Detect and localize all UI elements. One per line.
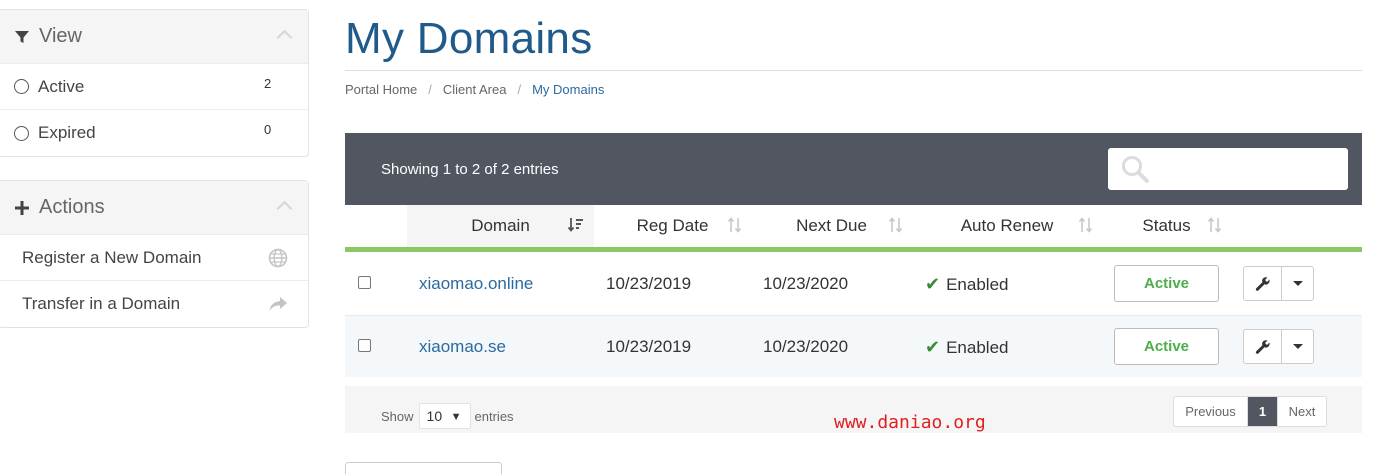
manage-button[interactable]	[1244, 330, 1282, 363]
page-length-value: 10	[426, 408, 443, 424]
sort-icon	[1207, 217, 1223, 237]
caret-down-icon	[1292, 281, 1303, 286]
column-header-auto-renew[interactable]: Auto Renew	[912, 205, 1102, 247]
table-row[interactable]: xiaomao.online 10/23/2019 10/23/2020 ✔ E…	[345, 252, 1362, 314]
actions-panel: Actions Register a New Domain Transfer i…	[0, 180, 309, 328]
page-length-control: Show 10 ▼ entries	[381, 403, 514, 429]
actions-panel-title: Actions	[39, 196, 105, 218]
action-label: Transfer in a Domain	[22, 294, 181, 313]
view-panel-header[interactable]: View	[0, 10, 308, 64]
table-toolbar: Showing 1 to 2 of 2 entries	[345, 133, 1362, 205]
show-label: Show	[381, 408, 414, 424]
page-button-current[interactable]: 1	[1248, 397, 1277, 426]
breadcrumb-separator: /	[428, 82, 432, 97]
bottom-action-button[interactable]	[345, 462, 502, 474]
transfer-domain-link[interactable]: Transfer in a Domain	[0, 281, 308, 327]
next-due: 10/23/2020	[763, 337, 849, 356]
view-filter-count: 2	[264, 76, 272, 91]
manage-button[interactable]	[1244, 267, 1282, 300]
row-checkbox[interactable]	[358, 339, 371, 352]
row-checkbox[interactable]	[358, 276, 371, 289]
view-filter-expired[interactable]: Expired 0	[0, 110, 308, 156]
column-header-reg-date[interactable]: Reg Date	[594, 205, 751, 247]
reg-date: 10/23/2019	[606, 337, 692, 356]
check-icon: ✔	[925, 274, 941, 294]
table-info: Showing 1 to 2 of 2 entries	[381, 161, 559, 178]
view-panel-title: View	[39, 25, 82, 47]
sort-desc-icon	[567, 217, 584, 237]
page-title: My Domains	[345, 14, 593, 63]
status-badge: Active	[1114, 328, 1219, 365]
next-page-button[interactable]: Next	[1277, 397, 1326, 426]
page-length-select[interactable]: 10 ▼	[418, 403, 471, 429]
watermark-text: www.daniao.org	[834, 412, 986, 433]
filter-icon	[13, 29, 31, 45]
radio-button[interactable]	[14, 79, 29, 94]
previous-page-button[interactable]: Previous	[1174, 397, 1248, 426]
auto-renew-label: Enabled	[946, 274, 1009, 294]
wrench-icon	[1255, 276, 1270, 291]
column-header-status[interactable]: Status	[1102, 205, 1231, 247]
chevron-up-icon[interactable]	[276, 29, 293, 46]
action-label: Register a New Domain	[22, 247, 202, 267]
status-badge: Active	[1114, 265, 1219, 302]
title-divider	[345, 70, 1362, 71]
next-due: 10/23/2020	[763, 274, 849, 293]
search-icon	[1120, 154, 1150, 189]
radio-button[interactable]	[14, 125, 29, 141]
reg-date: 10/23/2019	[606, 274, 692, 293]
breadcrumb-current: My Domains	[532, 82, 605, 97]
manage-button-group	[1243, 329, 1314, 364]
chevron-down-icon: ▼	[450, 411, 462, 423]
auto-renew-label: Enabled	[946, 337, 1009, 357]
pagination: Previous 1 Next	[1173, 396, 1327, 427]
sort-icon	[888, 217, 904, 237]
check-icon: ✔	[925, 337, 941, 357]
view-filter-count: 0	[264, 122, 272, 137]
sort-icon	[1078, 217, 1094, 237]
sort-icon	[727, 217, 743, 237]
entries-label: entries	[474, 408, 514, 424]
breadcrumb-separator: /	[517, 82, 522, 97]
share-arrow-icon	[268, 294, 288, 319]
wrench-icon	[1255, 339, 1270, 354]
view-filter-label: Expired	[38, 123, 96, 142]
auto-renew: ✔ Enabled	[925, 274, 1008, 295]
view-panel: View Active 2 Expired 0	[0, 9, 309, 157]
table-header-row: Domain Reg Date Next Due Auto Renew Stat…	[345, 205, 1362, 252]
domain-link[interactable]: xiaomao.online	[419, 274, 533, 294]
breadcrumb: Portal Home / Client Area / My Domains	[345, 82, 604, 97]
plus-icon	[13, 200, 31, 216]
domains-table: Showing 1 to 2 of 2 entries Domain Reg D…	[345, 133, 1362, 433]
view-filter-label: Active	[38, 76, 85, 96]
dropdown-toggle-button[interactable]	[1282, 267, 1313, 300]
domain-link[interactable]: xiaomao.se	[419, 337, 506, 357]
manage-button-group	[1243, 266, 1314, 301]
register-domain-link[interactable]: Register a New Domain	[0, 235, 308, 281]
globe-icon	[268, 248, 288, 273]
chevron-up-icon[interactable]	[276, 200, 293, 217]
view-filter-active[interactable]: Active 2	[0, 64, 308, 110]
actions-panel-header[interactable]: Actions	[0, 181, 308, 235]
breadcrumb-client-area[interactable]: Client Area	[443, 82, 507, 97]
dropdown-toggle-button[interactable]	[1282, 330, 1313, 363]
column-header-next-due[interactable]: Next Due	[751, 205, 912, 247]
breadcrumb-portal-home[interactable]: Portal Home	[345, 82, 417, 97]
table-row[interactable]: xiaomao.se 10/23/2019 10/23/2020 ✔ Enabl…	[345, 315, 1362, 377]
caret-down-icon	[1292, 344, 1303, 349]
column-header-domain[interactable]: Domain	[407, 205, 594, 247]
auto-renew: ✔ Enabled	[925, 337, 1008, 358]
